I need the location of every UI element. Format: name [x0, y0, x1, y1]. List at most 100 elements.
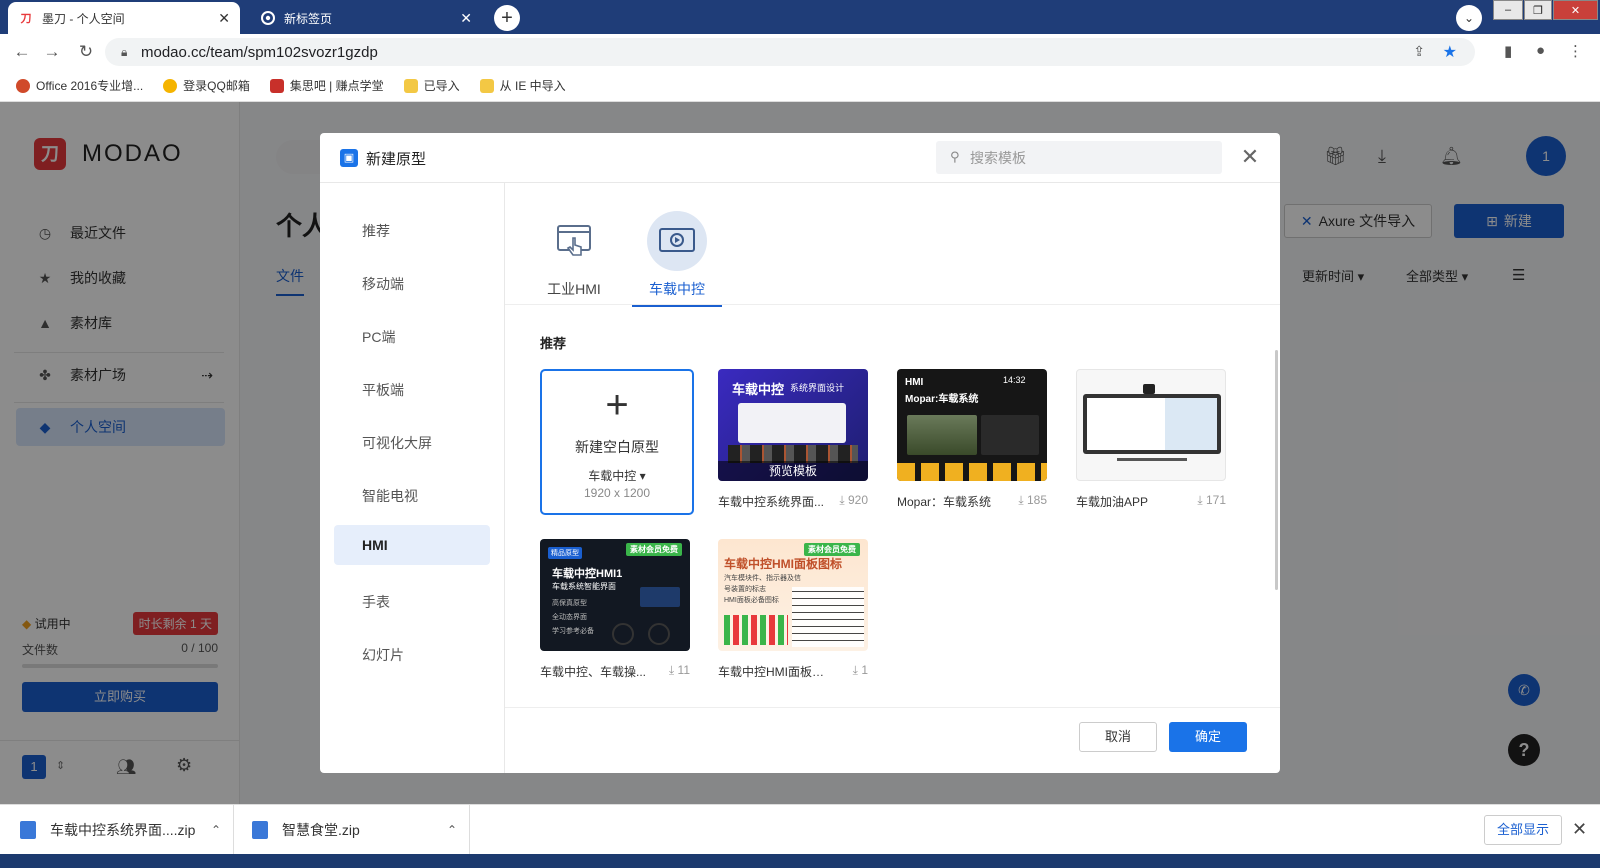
download-item[interactable]: 智慧食堂.zip ⌃	[234, 805, 470, 855]
template-scrollbar[interactable]	[1275, 350, 1278, 590]
device-dropdown[interactable]: 车载中控 ▾	[542, 467, 692, 484]
new-prototype-dialog: ▣ 新建原型 ⚲ ✕ 推荐 移动端 PC端 平板端 可视化大屏 智能电视 HMI…	[320, 133, 1280, 773]
template-panel: 工业HMI 车载中控 推荐 + 新建空白原型 车载中控 ▾ 1920 x 120…	[505, 183, 1280, 773]
category-tablet[interactable]: 平板端	[334, 370, 490, 410]
thumb-map-screen	[1087, 398, 1217, 450]
dialog-header: ▣ 新建原型 ⚲ ✕	[320, 133, 1280, 183]
thumb-title: 车载中控HMI面板图标	[724, 557, 842, 571]
downloads-bar: 车载中控系统界面....zip ⌃ 智慧食堂.zip ⌃ 全部显示 ✕	[0, 804, 1600, 855]
thumb-panel	[981, 415, 1039, 455]
show-all-downloads-button[interactable]: 全部显示	[1484, 815, 1562, 845]
download-count: ⤓ 11	[668, 663, 690, 677]
minimize-window-button[interactable]: –	[1493, 0, 1523, 20]
template-card[interactable]: 车载加油APP ⤓ 171	[1076, 369, 1226, 510]
menu-kebab-icon[interactable]: ⋮	[1568, 42, 1583, 60]
preview-template-overlay[interactable]: 预览模板	[718, 461, 868, 481]
thumb-gauge	[648, 623, 670, 645]
section-title: 推荐	[540, 336, 567, 351]
bookmark-item[interactable]: Office 2016专业增...	[16, 77, 143, 94]
os-taskbar	[0, 854, 1600, 868]
template-card[interactable]: 车载中控 系统界面设计 预览模板 车载中控系统界面... ⤓ 920	[718, 369, 868, 510]
download-icon: ⤓	[852, 663, 858, 677]
thumb-icon-grid	[792, 587, 864, 647]
bookmark-folder[interactable]: 从 IE 中导入	[479, 77, 566, 94]
thumb-subtitle: 车载系统智能界面	[552, 582, 616, 591]
thumb-time: 14:32	[1003, 375, 1026, 385]
template-card[interactable]: HMI Mopar:车载系统 14:32 Mopar：车载系统 ⤓ 185	[897, 369, 1047, 510]
omnibox[interactable]: 🔒︎ modao.cc/team/spm102svozr1gzdp ⇪ ★	[105, 38, 1475, 66]
template-thumbnail	[1076, 369, 1226, 481]
tab-title: 新标签页	[284, 11, 333, 26]
category-list: 推荐 移动端 PC端 平板端 可视化大屏 智能电视 HMI 手表 幻灯片	[320, 183, 505, 773]
forward-arrow-icon[interactable]: →	[42, 42, 62, 62]
category-hmi[interactable]: HMI	[334, 525, 490, 565]
modao-favicon-icon: 刀	[18, 10, 34, 26]
thumb-screen	[640, 587, 680, 607]
subtab-car-display[interactable]: 车载中控	[632, 211, 722, 307]
close-dialog-icon[interactable]: ✕	[1238, 145, 1262, 169]
bookmark-star-icon[interactable]: ★	[1443, 42, 1457, 62]
category-slides[interactable]: 幻灯片	[334, 635, 490, 675]
category-pc[interactable]: PC端	[334, 317, 490, 357]
address-bar-row: ← → ↻ 🔒︎ modao.cc/team/spm102svozr1gzdp …	[0, 34, 1600, 70]
bookmarks-bar: Office 2016专业增... 登录QQ邮箱 集思吧 | 赚点学堂 已导入 …	[0, 70, 1600, 102]
thumb-screen	[738, 403, 846, 443]
caret-down-icon: ▾	[639, 469, 646, 483]
template-thumbnail: 精品原型 素材会员免费 车载中控HMI1 车载系统智能界面 高保真原型 全动态界…	[540, 539, 690, 651]
prototype-icon: ▣	[340, 149, 358, 167]
subtab-label: 车载中控	[632, 279, 722, 307]
tab-search-chevron-icon[interactable]: ⌄	[1456, 5, 1482, 31]
bookmark-item[interactable]: 登录QQ邮箱	[163, 77, 250, 94]
close-downloads-icon[interactable]: ✕	[1572, 819, 1587, 840]
thumb-title: 车载中控	[732, 382, 785, 397]
category-watch[interactable]: 手表	[334, 582, 490, 622]
close-window-button[interactable]: ✕	[1553, 0, 1598, 20]
thumb-tag: 精品原型	[548, 547, 582, 559]
car-display-icon	[647, 211, 707, 271]
subtab-industrial-hmi[interactable]: 工业HMI	[529, 211, 619, 305]
download-count: ⤓ 171	[1197, 493, 1226, 507]
side-panel-icon[interactable]: ▮	[1504, 42, 1512, 60]
download-icon: ⤓	[668, 663, 675, 677]
dialog-footer: 取消 确定	[505, 707, 1280, 773]
chevron-up-icon[interactable]: ⌃	[211, 823, 221, 837]
back-arrow-icon[interactable]: ←	[12, 42, 32, 62]
cancel-button[interactable]: 取消	[1079, 722, 1157, 752]
template-card[interactable]: 素材会员免费 车载中控HMI面板图标 汽车模块件、指示器及信 号装置的标志 HM…	[718, 539, 868, 680]
bookmark-folder[interactable]: 已导入	[403, 77, 460, 94]
thumb-car-photo	[907, 415, 977, 455]
close-tab-icon[interactable]: ✕	[460, 10, 472, 27]
template-search-input[interactable]	[970, 147, 1210, 169]
download-item[interactable]: 车载中控系统界面....zip ⌃	[0, 805, 234, 855]
template-name: 车载加油APP	[1076, 495, 1149, 509]
share-icon[interactable]: ⇪	[1413, 43, 1425, 60]
search-icon: ⚲	[950, 149, 960, 164]
browser-tab-modao[interactable]: 刀 墨刀 - 个人空间 ✕	[8, 2, 240, 34]
profile-icon[interactable]: ●	[1536, 42, 1545, 59]
category-recommend[interactable]: 推荐	[334, 211, 490, 251]
template-thumbnail: 车载中控 系统界面设计 预览模板	[718, 369, 868, 481]
download-filename: 智慧食堂.zip	[282, 822, 360, 838]
template-name: 车载中控、车载操...	[540, 665, 647, 679]
blank-card-title: 新建空白原型	[575, 439, 659, 455]
bookmark-item[interactable]: 集思吧 | 赚点学堂	[269, 77, 384, 94]
reload-icon[interactable]: ↻	[76, 42, 96, 62]
category-dashboard[interactable]: 可视化大屏	[334, 423, 490, 463]
chevron-up-icon[interactable]: ⌃	[447, 823, 457, 837]
thumb-camera	[1143, 384, 1155, 394]
touch-screen-icon	[544, 211, 604, 271]
close-tab-icon[interactable]: ✕	[218, 10, 230, 27]
template-card[interactable]: 精品原型 素材会员免费 车载中控HMI1 车载系统智能界面 高保真原型 全动态界…	[540, 539, 690, 680]
category-mobile[interactable]: 移动端	[334, 264, 490, 304]
new-blank-prototype-card[interactable]: + 新建空白原型 车载中控 ▾ 1920 x 1200	[540, 369, 694, 515]
browser-tab-newtab[interactable]: 新标签页 ✕	[250, 2, 482, 34]
new-tab-button[interactable]: +	[494, 5, 520, 31]
lock-icon: 🔒︎	[121, 45, 128, 59]
category-smart-tv[interactable]: 智能电视	[334, 476, 490, 516]
template-name: 车载中控系统界面...	[718, 495, 825, 509]
thumb-stand	[1117, 458, 1187, 461]
url-text: modao.cc/team/spm102svozr1gzdp	[141, 44, 378, 61]
confirm-button[interactable]: 确定	[1169, 722, 1247, 752]
restore-window-button[interactable]: ❐	[1524, 0, 1552, 20]
plus-icon: +	[605, 383, 629, 427]
